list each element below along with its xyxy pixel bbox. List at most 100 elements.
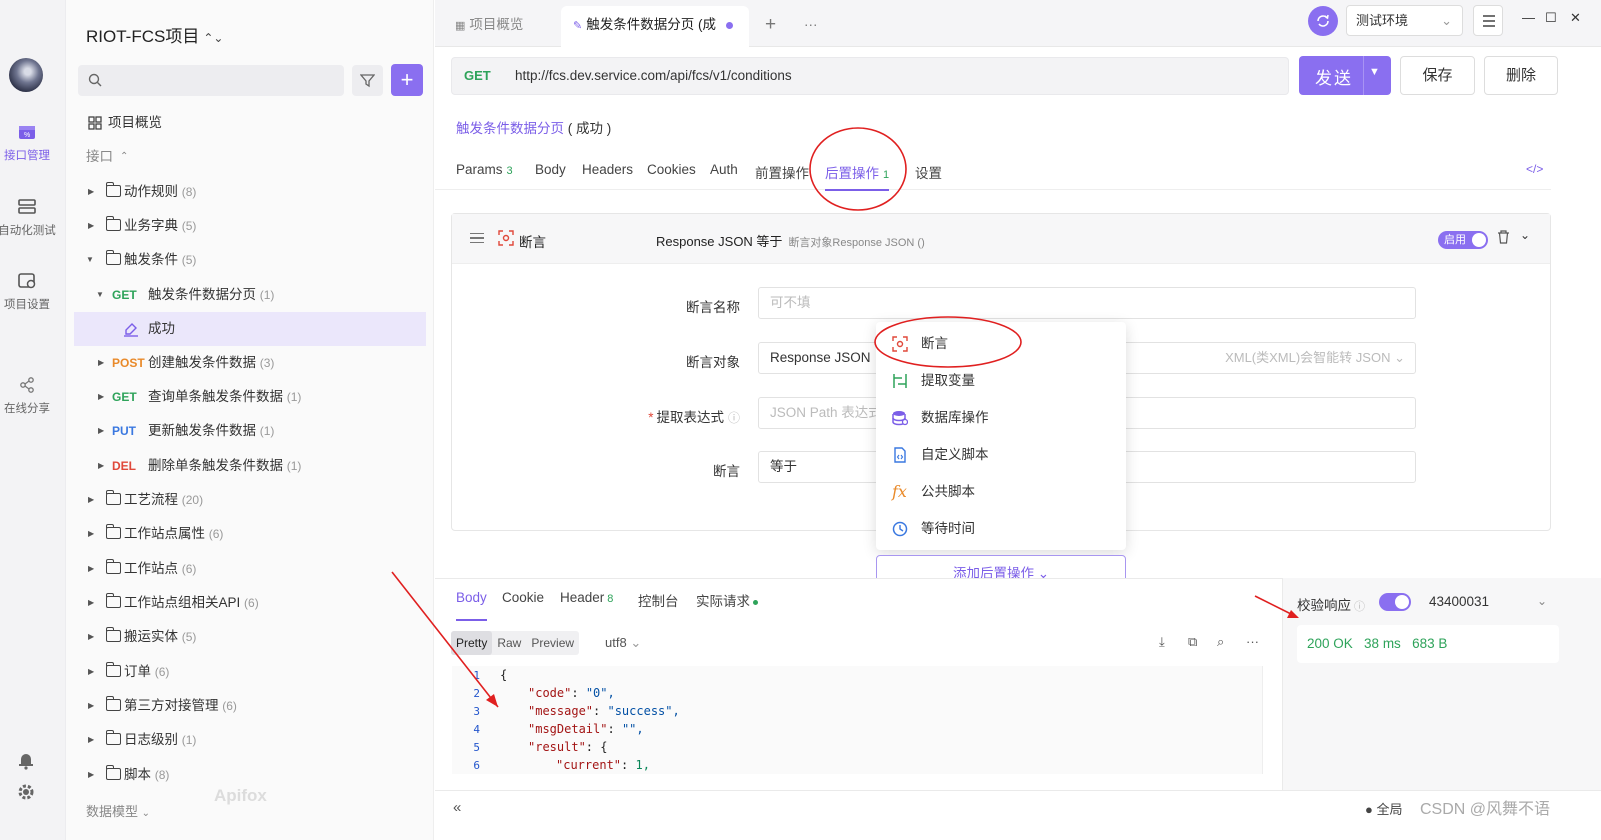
tree-folder[interactable]: ▶ 订单 (6) bbox=[66, 655, 434, 689]
response-body-viewer[interactable]: 1{ 2 "code": "0", 3 "message": "success", … bbox=[452, 666, 1263, 774]
save-button[interactable]: 保存 bbox=[1400, 56, 1475, 95]
environment-menu-button[interactable] bbox=[1473, 5, 1503, 36]
filter-button[interactable] bbox=[352, 65, 383, 96]
format-preview[interactable]: Preview bbox=[526, 631, 579, 655]
download-icon[interactable]: ⤓ bbox=[1159, 634, 1165, 650]
caret-right-icon: ▶ bbox=[88, 221, 95, 230]
share-icon bbox=[20, 377, 34, 393]
resp-tab-actual-request[interactable]: 实际请求 bbox=[696, 590, 758, 610]
tab-post-actions[interactable]: 后置操作 1 bbox=[825, 162, 890, 191]
tree-folder[interactable]: ▶ 动作规则 (8) bbox=[66, 175, 434, 209]
tree-folder[interactable]: ▶ 业务字典 (5) bbox=[66, 209, 434, 243]
menu-item-assert[interactable]: 断言 bbox=[876, 325, 1126, 362]
menu-item-database[interactable]: 数据库操作 bbox=[876, 399, 1126, 436]
copy-icon[interactable]: ⧉ bbox=[1188, 634, 1197, 650]
send-button[interactable]: 发送 ▼ bbox=[1299, 56, 1391, 95]
chevron-down-icon[interactable]: ⌄ bbox=[1520, 228, 1530, 242]
line-number: 3 bbox=[473, 705, 480, 718]
delete-button[interactable]: 删除 bbox=[1484, 56, 1558, 95]
rail-item-automation[interactable]: 自动化测试 bbox=[0, 198, 58, 238]
resp-tab-header[interactable]: Header 8 bbox=[560, 590, 613, 605]
tab-current-api[interactable]: ✎ 触发条件数据分页 (成 bbox=[561, 6, 749, 47]
tab-settings[interactable]: 设置 bbox=[915, 162, 942, 182]
menu-item-public-script[interactable]: fx 公共脚本 bbox=[876, 473, 1126, 510]
overview-label: 项目概览 bbox=[108, 115, 162, 130]
code-line: 3 "message": "success", bbox=[452, 702, 1262, 720]
tree-api-item[interactable]: ▶ POST 创建触发条件数据 (3) bbox=[66, 346, 434, 380]
tab-headers[interactable]: Headers bbox=[582, 162, 633, 177]
rail-item-share[interactable]: 在线分享 bbox=[0, 376, 54, 416]
rail-item-project-settings[interactable]: 项目设置 bbox=[0, 272, 54, 312]
api-count: (1) bbox=[259, 288, 275, 302]
maximize-icon[interactable]: ☐ bbox=[1545, 10, 1557, 26]
tree-folder[interactable]: ▶ 工作站点组相关API (6) bbox=[66, 586, 434, 620]
sync-button[interactable] bbox=[1308, 6, 1338, 36]
resp-tab-console[interactable]: 控制台 bbox=[638, 590, 679, 610]
method-badge: PUT bbox=[112, 424, 136, 438]
project-switcher[interactable]: RIOT-FCS项目 ⌃⌄ bbox=[86, 22, 223, 47]
chevron-down-icon[interactable]: ⌄ bbox=[1537, 594, 1547, 608]
resp-tab-body[interactable]: Body bbox=[456, 590, 487, 621]
url-input[interactable]: http://fcs.dev.service.com/api/fcs/v1/co… bbox=[515, 68, 792, 83]
menu-item-wait-time[interactable]: 等待时间 bbox=[876, 510, 1126, 547]
tree-folder[interactable]: ▶ 搬运实体 (5) bbox=[66, 620, 434, 654]
menu-item-label: 断言 bbox=[921, 336, 948, 351]
tab-body[interactable]: Body bbox=[535, 162, 566, 177]
tab-auth[interactable]: Auth bbox=[710, 162, 738, 177]
tree-api-item[interactable]: ▼ GET 触发条件数据分页 (1) bbox=[66, 278, 434, 312]
rail-item-label: 自动化测试 bbox=[0, 225, 56, 237]
drag-handle-icon[interactable] bbox=[470, 233, 484, 243]
tab-params[interactable]: Params 3 bbox=[456, 162, 513, 177]
encoding-select[interactable]: utf8 ⌄ bbox=[605, 635, 641, 651]
tree-folder[interactable]: ▶ 工艺流程 (20) bbox=[66, 483, 434, 517]
tree-folder[interactable]: ▶ 工作站点 (6) bbox=[66, 552, 434, 586]
data-model-section[interactable]: 数据模型 ⌄ bbox=[86, 801, 150, 820]
tree-search-input[interactable] bbox=[78, 65, 344, 96]
avatar[interactable] bbox=[9, 58, 43, 92]
assertion-header[interactable]: 断言 Response JSON 等于 断言对象Response JSON () … bbox=[452, 214, 1550, 264]
search-icon[interactable]: ⌕ bbox=[1217, 634, 1224, 650]
menu-item-custom-script[interactable]: 自定义脚本 bbox=[876, 436, 1126, 473]
bell-icon[interactable] bbox=[16, 750, 36, 770]
tree-case-item[interactable]: 成功 bbox=[74, 312, 426, 346]
add-button[interactable]: + bbox=[391, 64, 423, 96]
resp-tab-cookie[interactable]: Cookie bbox=[502, 590, 544, 605]
trash-icon[interactable] bbox=[1497, 230, 1510, 244]
tree-api-item[interactable]: ▶ PUT 更新触发条件数据 (1) bbox=[66, 414, 434, 448]
tree-folder[interactable]: ▶ 第三方对接管理 (6) bbox=[66, 689, 434, 723]
format-pretty[interactable]: Pretty bbox=[451, 631, 493, 655]
tree-api-item[interactable]: ▶ GET 查询单条触发条件数据 (1) bbox=[66, 380, 434, 414]
collapse-sidebar-icon[interactable]: « bbox=[453, 799, 461, 816]
chevron-down-icon[interactable]: ▼ bbox=[1369, 66, 1380, 78]
more-icon[interactable]: ··· bbox=[1246, 634, 1259, 649]
breadcrumb-link[interactable]: 触发条件数据分页 bbox=[456, 121, 564, 136]
global-settings[interactable]: ● 全局 bbox=[1365, 799, 1403, 818]
assertion-name-input[interactable]: 可不填 bbox=[758, 287, 1416, 319]
code-generate-icon[interactable]: </> bbox=[1526, 162, 1543, 176]
folder-count: (5) bbox=[181, 219, 197, 233]
verify-toggle[interactable] bbox=[1379, 593, 1411, 611]
url-bar[interactable]: GET http://fcs.dev.service.com/api/fcs/v… bbox=[451, 57, 1289, 95]
post-action-menu: 断言 提取变量 数据库操作 自定义脚本 fx 公共脚本 等待时间 bbox=[876, 322, 1126, 550]
tree-api-item[interactable]: ▶ DEL 删除单条触发条件数据 (1) bbox=[66, 449, 434, 483]
tree-folder[interactable]: ▶ 工作站点属性 (6) bbox=[66, 517, 434, 551]
tree-folder[interactable]: ▼ 触发条件 (5) bbox=[66, 243, 434, 277]
rail-item-interfaces[interactable]: % 接口管理 bbox=[0, 123, 54, 163]
method-select[interactable]: GET bbox=[464, 68, 491, 83]
new-tab-button[interactable]: + bbox=[765, 6, 776, 47]
tab-cookies[interactable]: Cookies bbox=[647, 162, 696, 177]
overview-item[interactable]: 项目概览 bbox=[66, 106, 434, 140]
menu-item-extract-variable[interactable]: 提取变量 bbox=[876, 362, 1126, 399]
environment-select[interactable]: 测试环境 ⌄ bbox=[1346, 5, 1463, 36]
tree-folder[interactable]: ▶ 日志级别 (1) bbox=[66, 723, 434, 757]
tab-pre-actions[interactable]: 前置操作 bbox=[755, 162, 809, 182]
enable-toggle[interactable]: 启用 bbox=[1438, 231, 1488, 249]
more-tabs-button[interactable]: ··· bbox=[804, 6, 818, 47]
tab-overview[interactable]: ▦ 项目概览 bbox=[455, 6, 523, 47]
gear-icon[interactable] bbox=[16, 782, 36, 802]
verify-response-select[interactable]: 43400031 bbox=[1429, 594, 1489, 609]
minimize-icon[interactable]: — bbox=[1522, 10, 1535, 25]
format-raw[interactable]: Raw bbox=[492, 631, 526, 655]
close-icon[interactable]: ✕ bbox=[1570, 10, 1581, 26]
section-interfaces[interactable]: 接口 ⌃ bbox=[66, 140, 434, 174]
